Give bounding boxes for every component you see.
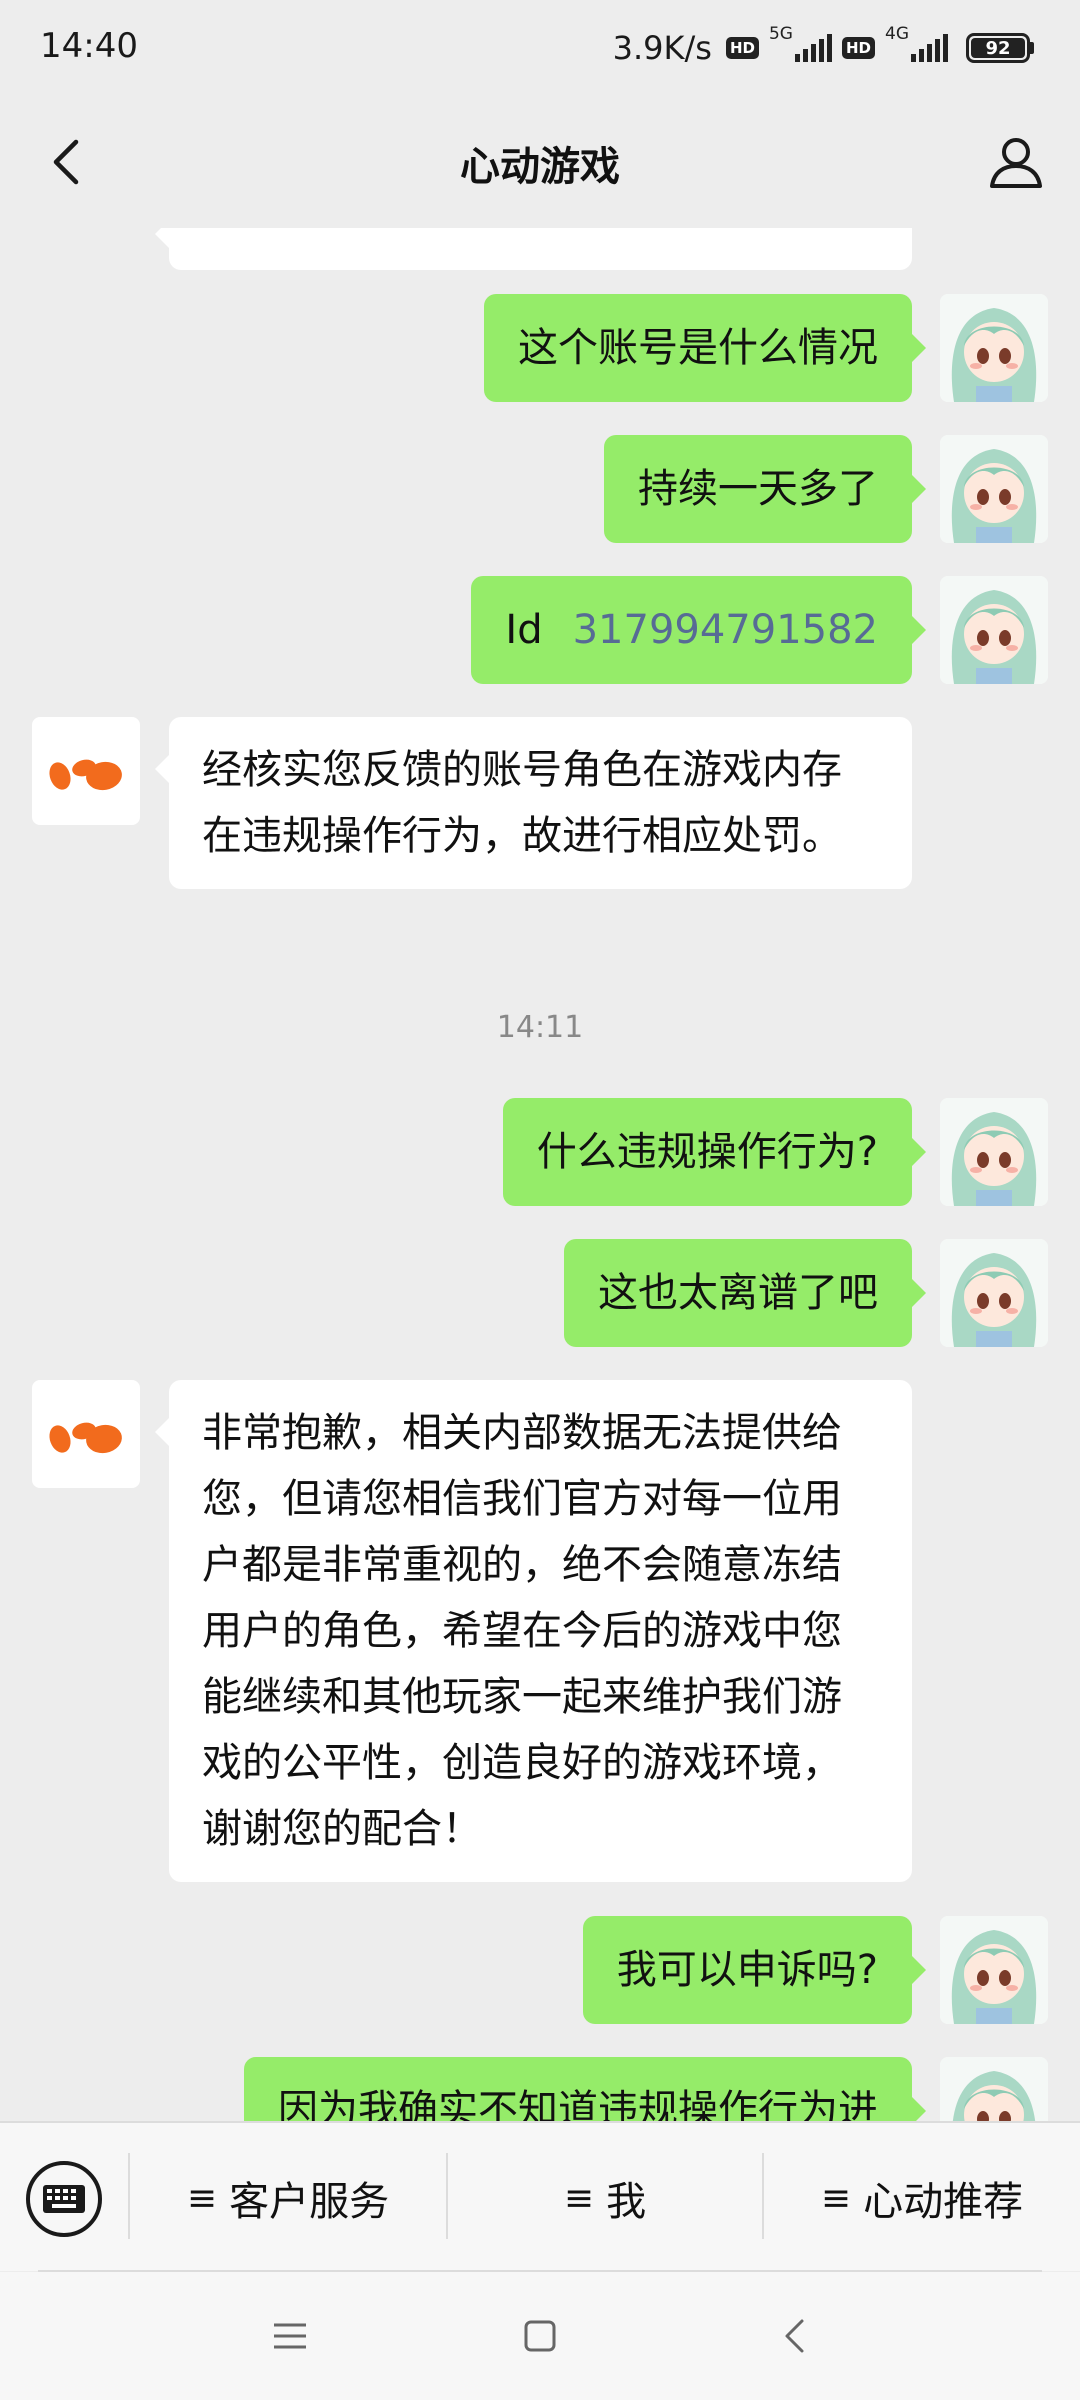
network-4g-label: 4G xyxy=(885,24,909,44)
message-text: 我可以申诉吗? xyxy=(616,1947,878,1993)
status-indicators: 3.9K/s HD 5G HD 4G 92 xyxy=(612,24,1034,70)
anime-girl-avatar-icon xyxy=(940,1239,1048,1347)
menu-lines-icon: ≡ xyxy=(820,2177,852,2219)
message-incoming[interactable]: 经核实您反馈的账号角色在游戏内存在违规操作行为，故进行相应处罚。 xyxy=(155,717,912,889)
hd-badge: HD xyxy=(725,37,759,59)
user-avatar[interactable] xyxy=(940,294,1048,402)
user-avatar[interactable] xyxy=(940,2057,1048,2121)
user-avatar[interactable] xyxy=(940,1239,1048,1347)
home-button[interactable] xyxy=(508,2304,572,2368)
recent-apps-button[interactable] xyxy=(258,2304,322,2368)
menu-lines-icon: ≡ xyxy=(186,2177,218,2219)
hd-badge-2: HD xyxy=(841,37,875,59)
message-text-id-label: Id xyxy=(505,607,543,653)
battery-icon: 92 xyxy=(966,33,1034,63)
anime-girl-avatar-icon xyxy=(940,576,1048,684)
menu-me[interactable]: ≡ 我 xyxy=(448,2123,762,2273)
message-text: 什么违规操作行为? xyxy=(536,1129,878,1175)
user-avatar[interactable] xyxy=(940,435,1048,543)
message-incoming-partial[interactable]: 游戏相关问题 xyxy=(155,228,912,270)
anime-girl-avatar-icon xyxy=(940,1916,1048,2024)
menu-label: 客户服务 xyxy=(229,2179,390,2225)
menu-icon xyxy=(274,2323,306,2349)
user-avatar[interactable] xyxy=(940,1098,1048,1206)
message-text: 因为我确实不知道违规操作行为进 xyxy=(278,2087,878,2121)
message-outgoing[interactable]: 这也太离谱了吧 xyxy=(564,1239,926,1347)
message-outgoing[interactable]: 我可以申诉吗? xyxy=(582,1916,927,2024)
service-avatar[interactable] xyxy=(32,717,140,825)
message-text: 非常抱歉，相关内部数据无法提供给您，但请您相信我们官方对每一位用户都是非常重视的… xyxy=(202,1410,842,1852)
network-speed: 3.9K/s xyxy=(612,29,712,67)
signal-5g-icon xyxy=(794,34,832,62)
message-outgoing[interactable]: 什么违规操作行为? xyxy=(502,1098,927,1206)
person-icon xyxy=(990,138,1042,188)
menu-label: 心动推荐 xyxy=(863,2179,1024,2225)
user-avatar[interactable] xyxy=(940,1916,1048,2024)
message-incoming[interactable]: 非常抱歉，相关内部数据无法提供给您，但请您相信我们官方对每一位用户都是非常重视的… xyxy=(155,1380,912,1882)
chat-message-list[interactable]: 游戏相关问题 这个账号是什么情况 持续一天多了 xyxy=(0,228,1080,2121)
message-text: 这也太离谱了吧 xyxy=(598,1270,878,1316)
anime-girl-avatar-icon xyxy=(940,435,1048,543)
account-id-link[interactable]: 317994791582 xyxy=(573,597,878,663)
message-text: 游戏相关问题 xyxy=(202,228,442,242)
message-text: 经核实您反馈的账号角色在游戏内存在违规操作行为，故进行相应处罚。 xyxy=(202,747,842,859)
anime-girl-avatar-icon xyxy=(940,2057,1048,2121)
keyboard-icon xyxy=(43,2185,85,2213)
message-outgoing-partial[interactable]: 因为我确实不知道违规操作行为进 xyxy=(244,2057,926,2121)
xd-logo-icon xyxy=(49,1422,122,1454)
status-time: 14:40 xyxy=(40,26,138,66)
anime-girl-avatar-icon xyxy=(940,294,1048,402)
system-back-button[interactable] xyxy=(762,2304,826,2368)
profile-button[interactable] xyxy=(980,126,1052,198)
back-triangle-icon xyxy=(785,2319,804,2353)
menu-xd-recommend[interactable]: ≡ 心动推荐 xyxy=(764,2123,1080,2273)
message-timestamp: 14:11 xyxy=(496,1010,584,1045)
signal-4g-icon xyxy=(911,34,948,62)
keyboard-toggle-button[interactable] xyxy=(26,2161,102,2237)
message-outgoing[interactable]: 这个账号是什么情况 xyxy=(484,294,926,402)
service-avatar[interactable] xyxy=(32,1380,140,1488)
network-5g-label: 5G xyxy=(768,24,793,44)
system-navigation-bar xyxy=(0,2272,1080,2400)
anime-girl-avatar-icon xyxy=(940,1098,1048,1206)
message-outgoing[interactable]: 持续一天多了 xyxy=(604,435,926,543)
user-avatar[interactable] xyxy=(940,576,1048,684)
status-bar: 14:40 3.9K/s HD 5G HD 4G 92 xyxy=(0,0,1080,96)
official-account-menu: ≡ 客户服务 ≡ 我 ≡ 心动推荐 xyxy=(0,2121,1080,2271)
message-text: 持续一天多了 xyxy=(638,466,878,512)
chat-header: 心动游戏 xyxy=(0,96,1080,228)
home-square-icon xyxy=(524,2320,556,2352)
menu-customer-service[interactable]: ≡ 客户服务 xyxy=(130,2123,446,2273)
message-text: 这个账号是什么情况 xyxy=(518,325,878,371)
message-outgoing[interactable]: Id 317994791582 xyxy=(471,576,926,684)
menu-label: 我 xyxy=(606,2179,647,2225)
menu-lines-icon: ≡ xyxy=(563,2177,595,2219)
chat-title: 心动游戏 xyxy=(460,144,620,190)
xd-logo-icon xyxy=(49,759,122,791)
battery-level: 92 xyxy=(971,38,1025,59)
